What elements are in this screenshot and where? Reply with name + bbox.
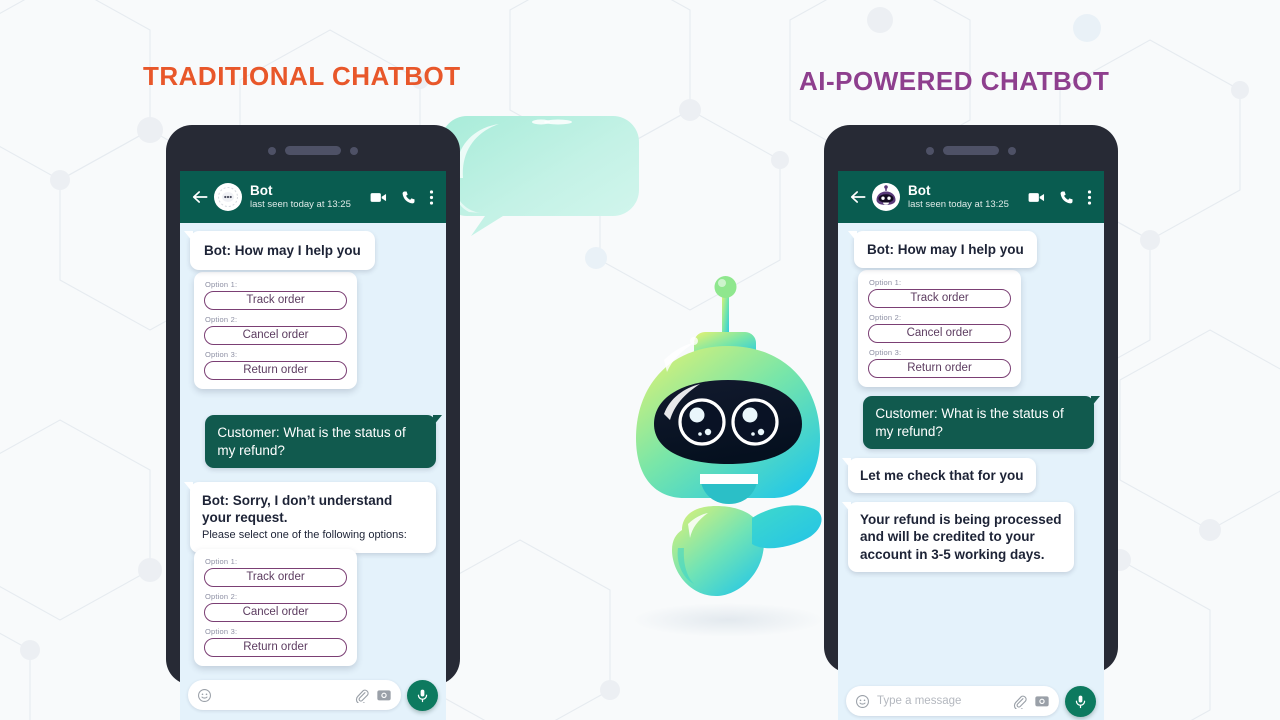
phone-ai-chatbot: Bot last seen today at 13:25 Bot: How ma… xyxy=(824,125,1118,720)
contact-name: Bot xyxy=(908,182,931,198)
speaker-bar xyxy=(943,146,999,155)
option-button-return-order[interactable]: Return order xyxy=(204,638,347,657)
microphone-icon xyxy=(417,689,428,702)
speaker-dot xyxy=(1008,146,1016,155)
video-call-icon[interactable] xyxy=(1027,188,1046,207)
phone-speaker-left xyxy=(268,146,358,155)
option-label: Option 2: xyxy=(205,592,238,601)
option-button-return-order[interactable]: Return order xyxy=(868,359,1011,379)
options-card-bottom-left: Option 1: Track order Option 2: Cancel o… xyxy=(194,549,357,666)
robot-avatar-icon[interactable] xyxy=(872,183,900,211)
page-title-ai: AI-POWERED CHATBOT xyxy=(799,66,1110,96)
microphone-icon xyxy=(1075,695,1086,708)
option-button-cancel-order[interactable]: Cancel order xyxy=(868,324,1011,344)
robot-mascot-illustration xyxy=(632,276,824,637)
options-card-right: Option 1: Track order Option 2: Cancel o… xyxy=(858,270,1094,388)
bot-message-bubble: Your refund is being processed and will … xyxy=(842,502,1074,572)
bot-message-bubble: Bot: How may I help you xyxy=(184,231,375,271)
bot-message-bubble: Bot: How may I help you xyxy=(848,231,1037,269)
option-button-track-order[interactable]: Track order xyxy=(204,568,347,587)
bot-message-bubble: Let me check that for you xyxy=(842,457,1036,494)
option-label: Option 3: xyxy=(869,348,902,358)
input-placeholder-right: Type a message xyxy=(877,695,962,707)
back-arrow-icon[interactable] xyxy=(848,187,868,207)
overflow-menu-icon[interactable] xyxy=(1087,188,1092,207)
header-actions-left xyxy=(369,188,436,207)
header-actions-right xyxy=(1027,188,1094,207)
speaker-dot xyxy=(350,146,358,155)
bubble-text: Bot: Sorry, I don’t understand your requ… xyxy=(202,492,393,526)
speaker-dot xyxy=(926,146,934,155)
speaker-bar xyxy=(285,146,341,155)
option-button-return-order[interactable]: Return order xyxy=(204,361,347,381)
phone-call-icon[interactable] xyxy=(1058,189,1075,206)
microphone-button-right[interactable] xyxy=(1065,685,1096,717)
bubble-text: Customer: What is the status of my refun… xyxy=(217,425,406,458)
speaker-dot xyxy=(268,146,276,155)
emoji-icon[interactable] xyxy=(855,694,870,709)
message-row: Customer: What is the status of my refun… xyxy=(848,396,1100,449)
paperclip-icon[interactable] xyxy=(354,688,369,703)
speech-bubble-decoration xyxy=(441,116,639,236)
message-input-left[interactable] xyxy=(188,680,401,710)
phone-call-icon[interactable] xyxy=(400,189,417,206)
contact-name: Bot xyxy=(250,182,273,198)
option-button-track-order[interactable]: Track order xyxy=(868,289,1011,309)
emoji-icon[interactable] xyxy=(197,688,212,703)
phone-speaker-right xyxy=(926,146,1016,155)
option-label: Option 1: xyxy=(205,280,238,290)
option-label: Option 2: xyxy=(205,315,238,325)
bubble-text: Bot: How may I help you xyxy=(867,242,1024,257)
screen-right: Bot last seen today at 13:25 Bot: How ma… xyxy=(838,171,1104,720)
message-row: Bot: How may I help you xyxy=(184,231,436,271)
bubble-text: Bot: How may I help you xyxy=(204,243,361,258)
contact-status: last seen today at 13:25 xyxy=(250,199,351,211)
phone-traditional-chatbot: Bot last seen today at 13:25 Bot: How ma… xyxy=(166,125,460,720)
input-bar-right: Type a message xyxy=(838,679,1104,720)
option-label: Option 1: xyxy=(205,557,238,566)
bot-avatar-icon[interactable] xyxy=(214,183,242,211)
slide-canvas: TRADITIONAL CHATBOT AI-POWERED CHATBOT B… xyxy=(0,0,1280,720)
overflow-menu-icon[interactable] xyxy=(429,188,434,207)
bubble-text: Customer: What is the status of my refun… xyxy=(875,406,1064,439)
camera-icon[interactable] xyxy=(1034,693,1050,709)
back-arrow-icon[interactable] xyxy=(190,187,210,207)
option-button-cancel-order[interactable]: Cancel order xyxy=(204,326,347,346)
option-button-track-order[interactable]: Track order xyxy=(204,291,347,311)
option-label: Option 1: xyxy=(869,278,902,288)
paperclip-icon[interactable] xyxy=(1012,694,1027,709)
message-row: Let me check that for you xyxy=(842,457,1094,494)
header-contact-block-left: Bot last seen today at 13:25 xyxy=(250,182,369,211)
header-contact-block-right: Bot last seen today at 13:25 xyxy=(908,182,1027,211)
chat-header-left: Bot last seen today at 13:25 xyxy=(180,171,446,223)
message-row: Your refund is being processed and will … xyxy=(842,502,1094,572)
bubble-subtext: Please select one of the following optio… xyxy=(202,529,407,542)
message-row: Customer: What is the status of my refun… xyxy=(190,415,442,468)
microphone-button-left[interactable] xyxy=(407,679,438,711)
video-call-icon[interactable] xyxy=(369,188,388,207)
page-title-traditional: TRADITIONAL CHATBOT xyxy=(143,61,461,91)
message-row: Bot: How may I help you xyxy=(848,231,1094,269)
option-label: Option 3: xyxy=(205,627,238,636)
camera-icon[interactable] xyxy=(376,687,392,703)
user-message-bubble: Customer: What is the status of my refun… xyxy=(863,396,1100,449)
option-label: Option 3: xyxy=(205,350,238,360)
option-label: Option 2: xyxy=(869,313,902,323)
options-card-top-left: Option 1: Track order Option 2: Cancel o… xyxy=(194,272,436,390)
message-row: Bot: Sorry, I don’t understand your requ… xyxy=(184,481,436,554)
chat-header-right: Bot last seen today at 13:25 xyxy=(838,171,1104,223)
option-button-cancel-order[interactable]: Cancel order xyxy=(204,603,347,622)
contact-status: last seen today at 13:25 xyxy=(908,199,1009,211)
bubble-text: Your refund is being processed and will … xyxy=(860,512,1062,562)
input-bar-left xyxy=(180,673,446,717)
message-input-right[interactable]: Type a message xyxy=(846,686,1059,716)
user-message-bubble: Customer: What is the status of my refun… xyxy=(205,415,442,468)
chat-body-left: Bot: How may I help you Option 1: Track … xyxy=(180,223,446,554)
bot-message-bubble: Bot: Sorry, I don’t understand your requ… xyxy=(184,481,436,554)
bubble-text: Let me check that for you xyxy=(860,467,1024,483)
chat-body-right: Bot: How may I help you Option 1: Track … xyxy=(838,223,1104,572)
